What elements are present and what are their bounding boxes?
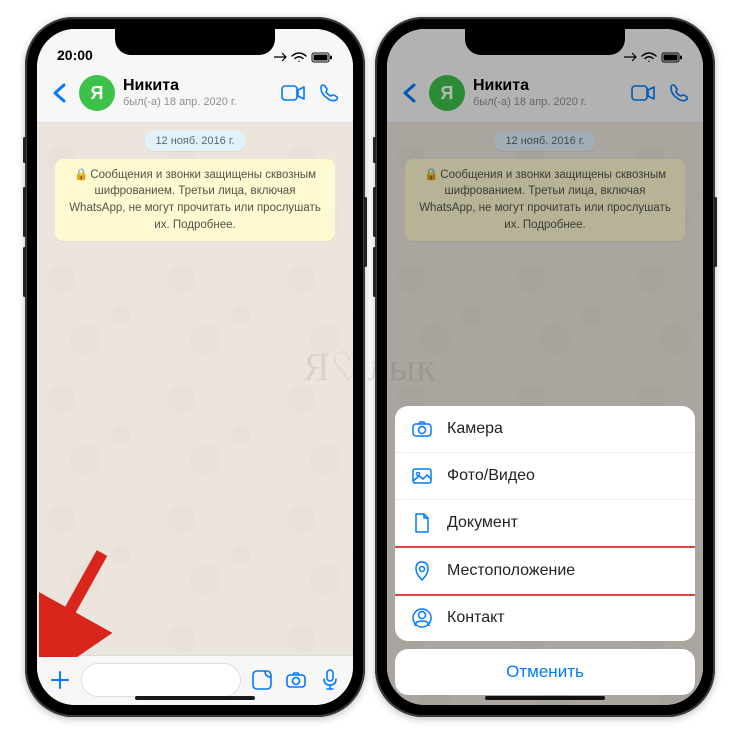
mic-button[interactable] <box>317 667 343 693</box>
wifi-icon <box>291 52 307 62</box>
contact-info[interactable]: Никита был(-а) 18 апр. 2020 г. <box>123 77 271 108</box>
sheet-item-camera[interactable]: Камера <box>395 406 695 453</box>
action-sheet: Камера Фото/Видео Документ <box>387 406 703 695</box>
home-indicator[interactable] <box>485 696 605 700</box>
sheet-label: Фото/Видео <box>447 467 535 485</box>
back-button[interactable] <box>47 81 71 105</box>
sheet-label: Контакт <box>447 609 505 627</box>
avatar[interactable]: Я <box>79 75 115 111</box>
camera-button[interactable] <box>283 667 309 693</box>
contact-name: Никита <box>123 77 271 95</box>
last-seen: был(-а) 18 апр. 2020 г. <box>123 96 271 109</box>
phone-left: 20:00 Я Никита был(-а) 18 апр. 2020 г. <box>25 17 365 717</box>
sheet-item-contact[interactable]: Контакт <box>395 595 695 641</box>
sheet-label: Местоположение <box>447 562 575 580</box>
voice-call-button[interactable] <box>315 79 343 107</box>
chat-body[interactable]: 12 нояб. 2016 г. 🔒Сообщения и звонки защ… <box>37 123 353 655</box>
home-indicator[interactable] <box>135 696 255 700</box>
date-pill: 12 нояб. 2016 г. <box>145 131 244 151</box>
sheet-item-document[interactable]: Документ <box>395 500 695 547</box>
notch <box>115 29 275 55</box>
location-icon <box>411 560 433 582</box>
photo-icon <box>411 465 433 487</box>
message-input[interactable] <box>81 663 241 697</box>
sheet-label: Документ <box>447 514 518 532</box>
airplane-icon <box>273 52 287 62</box>
status-time: 20:00 <box>57 47 93 63</box>
video-call-button[interactable] <box>279 79 307 107</box>
status-icons <box>273 52 333 63</box>
sheet-item-photo[interactable]: Фото/Видео <box>395 453 695 500</box>
attach-button[interactable] <box>47 667 73 693</box>
chat-header: Я Никита был(-а) 18 апр. 2020 г. <box>37 65 353 123</box>
camera-icon <box>411 418 433 440</box>
contact-icon <box>411 607 433 629</box>
phone-right: Я Никита был(-а) 18 апр. 2020 г. 12 нояб… <box>375 17 715 717</box>
sheet-item-location[interactable]: Местоположение <box>395 546 695 596</box>
lock-icon: 🔒 <box>74 167 88 184</box>
sticker-button[interactable] <box>249 667 275 693</box>
document-icon <box>411 512 433 534</box>
notch <box>465 29 625 55</box>
battery-icon <box>311 52 333 63</box>
sheet-cancel-button[interactable]: Отменить <box>395 649 695 695</box>
encryption-notice[interactable]: 🔒Сообщения и звонки защищены сквозным ши… <box>55 159 335 242</box>
sheet-label: Камера <box>447 420 503 438</box>
